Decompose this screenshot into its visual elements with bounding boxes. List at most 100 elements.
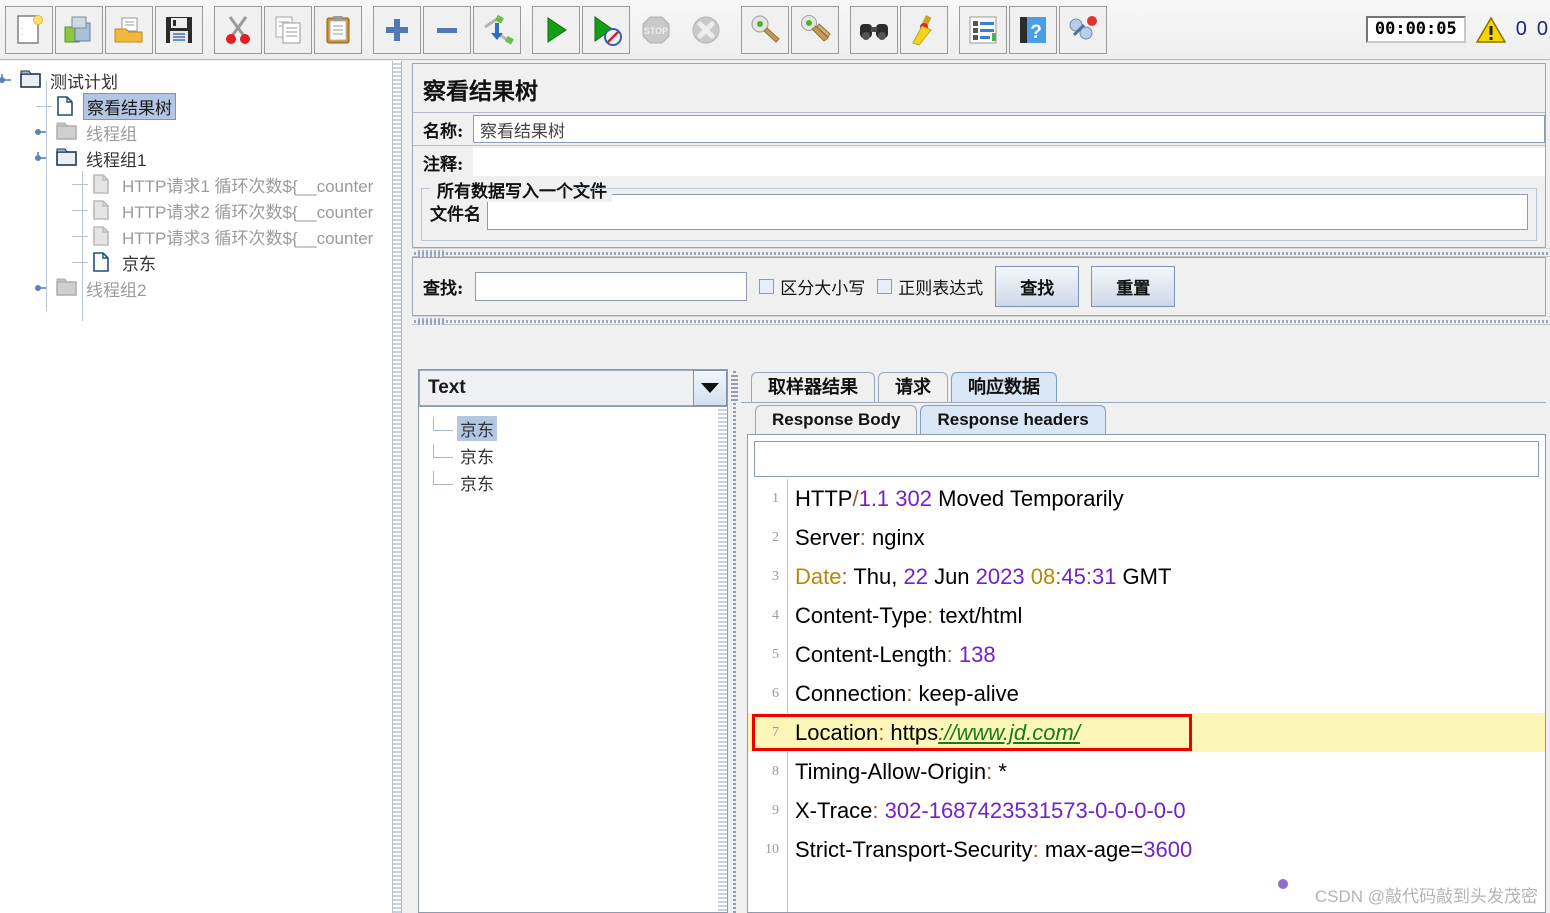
header-token: HTTP	[795, 485, 853, 511]
toolbar-group-edit	[213, 5, 363, 54]
comment-input[interactable]	[473, 148, 1545, 176]
header-line-text: Server: nginx	[788, 525, 925, 551]
page-icon	[92, 252, 114, 272]
save-icon[interactable]	[155, 5, 203, 54]
header-token: Connection	[795, 680, 907, 706]
tree-node-label: HTTP请求1 循环次数${__counter	[122, 176, 374, 196]
tree-node[interactable]: HTTP请求2 循环次数${__counter	[92, 197, 376, 223]
sub-tabstrip: Response Body Response headers	[741, 402, 1546, 434]
expand-all-icon[interactable]	[373, 5, 421, 54]
header-token: 08	[1030, 563, 1056, 589]
folder-icon	[56, 122, 78, 142]
result-list-item-label: 京东	[457, 415, 497, 441]
open-icon[interactable]	[105, 5, 153, 54]
result-list-item[interactable]: 京东	[433, 415, 497, 441]
reset-search-icon[interactable]	[900, 5, 948, 54]
splitter-upper[interactable]	[412, 248, 1550, 257]
templates-icon[interactable]	[55, 5, 103, 54]
search-input[interactable]	[475, 272, 748, 301]
response-data-panel: 取样器结果 请求 响应数据 Response Body Response hea…	[741, 369, 1550, 913]
tab-response-data[interactable]: 响应数据	[951, 372, 1057, 402]
header-line: 9 X-Trace: 302-1687423531573-0-0-0-0-0	[748, 791, 1545, 830]
response-headers-frame: 1 HTTP/1.1 302 Moved Temporarily 2 Server: …	[747, 434, 1546, 913]
reset-button[interactable]: 重置	[1091, 266, 1176, 307]
tree-node-label: HTTP请求2 循环次数${__counter	[122, 202, 374, 222]
start-no-pauses-icon[interactable]	[582, 5, 630, 54]
new-icon[interactable]	[5, 5, 53, 54]
tree-connector	[72, 210, 88, 211]
test-plan-tree[interactable]: 测试计划 察看结果树 线程组 线程组1 HTTP请求1 循环次数${__counter H…	[0, 61, 402, 913]
header-token: 1.1	[858, 485, 890, 511]
splitter-lower[interactable]	[412, 316, 1550, 325]
clear-all-icon[interactable]	[791, 5, 839, 54]
header-line-text[interactable]: Location: https://www.jd.com/	[788, 720, 1080, 746]
tree-node-label: 察看结果树	[83, 92, 176, 120]
collapse-all-icon[interactable]	[423, 5, 471, 54]
error-count: 0	[1536, 18, 1548, 40]
function-helper-icon[interactable]	[959, 5, 1007, 54]
tree-node[interactable]: 线程组	[56, 119, 140, 145]
header-token[interactable]: ://	[938, 720, 956, 745]
case-sensitive-box-icon[interactable]	[759, 279, 775, 294]
response-headers-code[interactable]: 1 HTTP/1.1 302 Moved Temporarily 2 Server: …	[748, 479, 1545, 912]
cut-icon[interactable]	[214, 5, 262, 54]
paste-icon[interactable]	[314, 5, 362, 54]
tree-node-label: 京东	[122, 254, 156, 274]
folder-icon	[56, 278, 78, 298]
copy-icon[interactable]	[264, 5, 312, 54]
tree-node[interactable]: 察看结果树	[56, 92, 176, 120]
tree-node[interactable]: 京东	[92, 249, 159, 275]
result-list-item[interactable]: 京东	[433, 442, 497, 468]
tree-node[interactable]: 线程组1	[56, 145, 149, 171]
regex-checkbox[interactable]: 正则表达式	[877, 274, 983, 299]
filename-input[interactable]	[487, 194, 1528, 230]
vertical-splitter[interactable]	[728, 369, 741, 913]
find-button[interactable]: 查找	[995, 266, 1080, 307]
tab-response-headers[interactable]: Response headers	[920, 405, 1106, 434]
header-token: Location	[795, 719, 879, 745]
help-icon[interactable]: ?	[1009, 5, 1057, 54]
header-token: Timing-Allow-Origin	[795, 758, 987, 784]
header-token[interactable]: www.jd.com/	[956, 720, 1079, 745]
header-token: :	[946, 641, 953, 667]
tree-node[interactable]: HTTP请求1 循环次数${__counter	[92, 171, 376, 197]
header-token: nginx	[865, 524, 925, 550]
renderer-combo-value[interactable]: Text	[419, 370, 693, 406]
name-input[interactable]: 察看结果树	[473, 115, 1545, 143]
element-editor-panel: 察看结果树 名称: 察看结果树 注释: 所有数据写入一个文件 文件名 查找: 区…	[412, 61, 1550, 913]
result-list-item[interactable]: 京东	[433, 469, 497, 495]
start-icon[interactable]	[532, 5, 580, 54]
tree-node[interactable]: 测试计划	[20, 67, 121, 93]
regex-box-icon[interactable]	[877, 279, 893, 294]
page-dim-icon	[92, 174, 114, 194]
results-scrollbar[interactable]	[718, 407, 727, 912]
renderer-combo[interactable]: Text	[419, 370, 727, 407]
sample-results-tree[interactable]: 京东 京东 京东	[419, 407, 727, 912]
view-results-tree-card: 察看结果树 名称: 察看结果树 注释: 所有数据写入一个文件 文件名	[412, 63, 1546, 248]
header-line-text: Connection: keep-alive	[788, 681, 1019, 707]
header-token: X-Trace	[795, 797, 873, 823]
response-filter-input[interactable]	[754, 441, 1539, 477]
vertical-splitter-grip[interactable]	[731, 375, 738, 401]
case-sensitive-checkbox[interactable]: 区分大小写	[759, 274, 865, 299]
tree-expand-handle[interactable]	[0, 73, 12, 87]
header-line-text: Content-Length: 138	[788, 642, 996, 668]
toolbar-group-search	[849, 5, 949, 54]
toolbar-group-clear	[740, 5, 840, 54]
elapsed-timer: 00:00:05	[1365, 16, 1466, 43]
splitter-lower-grip[interactable]	[418, 318, 444, 325]
toggle-icon[interactable]	[473, 5, 521, 54]
tree-node[interactable]: 线程组2	[56, 275, 149, 301]
tab-sampler-result[interactable]: 取样器结果	[751, 372, 875, 402]
tree-node[interactable]: HTTP请求3 循环次数${__counter	[92, 223, 376, 249]
undo-redo-icon[interactable]	[1059, 5, 1107, 54]
search-icon[interactable]	[850, 5, 898, 54]
tree-scrollbar[interactable]	[392, 61, 401, 913]
tab-request[interactable]: 请求	[878, 372, 948, 402]
results-area: Text 京东 京东 京东 取样器结果 请求 响应数据 Response Bod…	[412, 369, 1550, 913]
page-title: 察看结果树	[423, 78, 538, 105]
splitter-upper-grip[interactable]	[418, 250, 444, 257]
clear-icon[interactable]	[741, 5, 789, 54]
chevron-down-icon[interactable]	[693, 370, 727, 406]
tab-response-body[interactable]: Response Body	[755, 405, 918, 434]
